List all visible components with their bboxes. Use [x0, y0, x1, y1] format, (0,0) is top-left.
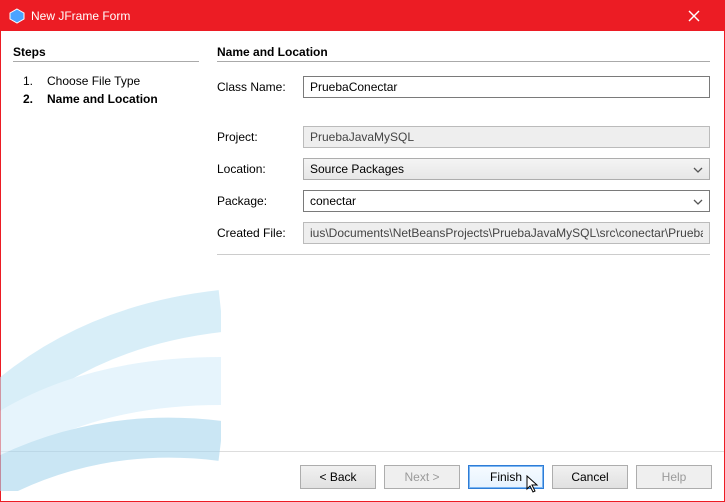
created-file-label: Created File: — [217, 226, 303, 240]
chevron-down-icon — [693, 162, 703, 176]
class-name-label: Class Name: — [217, 80, 303, 94]
project-label: Project: — [217, 130, 303, 144]
help-button: Help — [636, 465, 712, 489]
cancel-button[interactable]: Cancel — [552, 465, 628, 489]
close-button[interactable] — [671, 1, 716, 31]
button-bar: < Back Next > Finish Cancel Help — [1, 451, 724, 501]
chevron-down-icon — [693, 194, 703, 208]
next-button: Next > — [384, 465, 460, 489]
back-button[interactable]: < Back — [300, 465, 376, 489]
window-title: New JFrame Form — [31, 9, 671, 23]
main-panel: Name and Location Class Name: Project: L… — [211, 31, 724, 451]
location-select[interactable]: Source Packages — [303, 158, 710, 180]
step-item: 1. Choose File Type — [13, 72, 199, 90]
main-heading: Name and Location — [217, 45, 710, 59]
project-field — [303, 126, 710, 148]
steps-sidebar: Steps 1. Choose File Type 2. Name and Lo… — [1, 31, 211, 451]
package-label: Package: — [217, 194, 303, 208]
created-file-field — [303, 222, 710, 244]
app-icon — [9, 8, 25, 24]
title-bar: New JFrame Form — [1, 1, 724, 31]
finish-button[interactable]: Finish — [468, 465, 544, 489]
step-item: 2. Name and Location — [13, 90, 199, 108]
steps-heading: Steps — [13, 45, 199, 59]
close-icon — [688, 10, 700, 22]
package-combo[interactable]: conectar — [303, 190, 710, 212]
location-label: Location: — [217, 162, 303, 176]
class-name-input[interactable] — [303, 76, 710, 98]
